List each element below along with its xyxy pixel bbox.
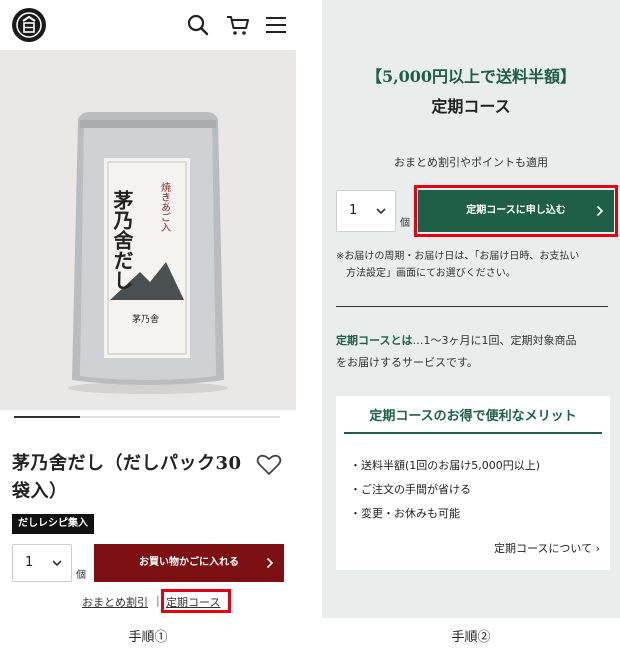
- step1-panel: 茅乃舍だし 焼きあご入 茅乃舎 茅乃舍だし（だしパック30袋入） だしレシピ集入…: [0, 0, 296, 618]
- cart-icon[interactable]: [226, 13, 250, 37]
- subscription-about: 定期コースとは…1～3ヶ月に1回、定期対象商品 をお届けするサービスです。: [336, 330, 614, 374]
- merit-item: ・送料半額(1回のお届け5,000円以上): [350, 459, 541, 472]
- package-flavor-text: 焼きあご入: [159, 182, 171, 232]
- delivery-note-line1: ※お届けの周期・お届け日は、「お届け日時、お支払い: [336, 251, 580, 262]
- recipe-badge: だしレシピ集入: [12, 514, 94, 534]
- link-separator: |: [156, 594, 160, 607]
- step2-panel: 【5,000円以上で送料半額】 定期コース おまとめ割引やポイントも適用 1 個…: [322, 0, 620, 618]
- shipping-banner: 【5,000円以上で送料半額】: [365, 67, 577, 86]
- bulk-discount-link[interactable]: おまとめ割引: [82, 594, 148, 610]
- step1-caption: 手順①: [128, 630, 168, 645]
- highlight-box-subscription-link: [161, 589, 231, 613]
- quantity-select[interactable]: 1: [12, 544, 72, 582]
- merits-card: 定期コースのお得で便利なメリット ・送料半額(1回のお届け5,000円以上) ・…: [336, 396, 610, 570]
- about-heading: 定期コースとは: [336, 334, 413, 347]
- product-image[interactable]: 茅乃舍だし 焼きあご入 茅乃舎: [0, 50, 296, 410]
- favorite-heart-icon[interactable]: [256, 452, 282, 476]
- package-maker-text: 茅乃舎: [132, 314, 159, 325]
- hamburger-menu-icon[interactable]: [264, 13, 288, 37]
- subscription-quantity-unit: 個: [400, 218, 410, 229]
- merits-title: 定期コースのお得で便利なメリット: [369, 409, 577, 424]
- step2-caption: 手順②: [451, 630, 491, 645]
- highlight-box-apply-button: [414, 185, 618, 237]
- package-brand-text: 茅乃舍だし: [110, 189, 134, 290]
- chevron-down-icon: [52, 560, 62, 567]
- delivery-note: ※お届けの周期・お届け日は、「お届け日時、お支払い 方法設定」画面にてお選びくだ…: [336, 248, 616, 282]
- subscription-quantity-value: 1: [349, 203, 358, 218]
- quantity-value: 1: [25, 555, 34, 570]
- site-header: [0, 0, 296, 50]
- add-to-cart-label: お買い物かごに入れる: [139, 557, 239, 568]
- about-text-2: をお届けするサービスです。: [336, 356, 478, 369]
- merits-list: ・送料半額(1回のお届け5,000円以上) ・ご注文の手間が省ける ・変更・お休…: [350, 454, 600, 526]
- merits-title-underline: [344, 432, 602, 434]
- subscription-quantity-select[interactable]: 1: [336, 190, 396, 232]
- subscription-title: 定期コース: [431, 97, 511, 116]
- chevron-down-icon: [376, 208, 386, 215]
- delivery-note-line2: 方法設定」画面にてお選びください。: [346, 268, 516, 279]
- about-subscription-link[interactable]: 定期コースについて ›: [494, 540, 600, 556]
- section-divider: [336, 306, 608, 307]
- brand-logo[interactable]: [12, 8, 46, 42]
- add-to-cart-button[interactable]: お買い物かごに入れる: [94, 544, 284, 582]
- product-title: 茅乃舍だし（だしパック30袋入）: [12, 453, 242, 502]
- merit-item: ・ご注文の手間が省ける: [350, 483, 471, 496]
- merit-item: ・変更・お休みも可能: [350, 507, 460, 520]
- about-text-1: …1～3ヶ月に1回、定期対象商品: [412, 334, 577, 347]
- applies-note: おまとめ割引やポイントも適用: [394, 156, 548, 169]
- quantity-unit: 個: [76, 570, 86, 581]
- search-icon[interactable]: [186, 13, 210, 37]
- chevron-right-icon: [266, 557, 274, 569]
- image-carousel-indicator[interactable]: [14, 416, 280, 418]
